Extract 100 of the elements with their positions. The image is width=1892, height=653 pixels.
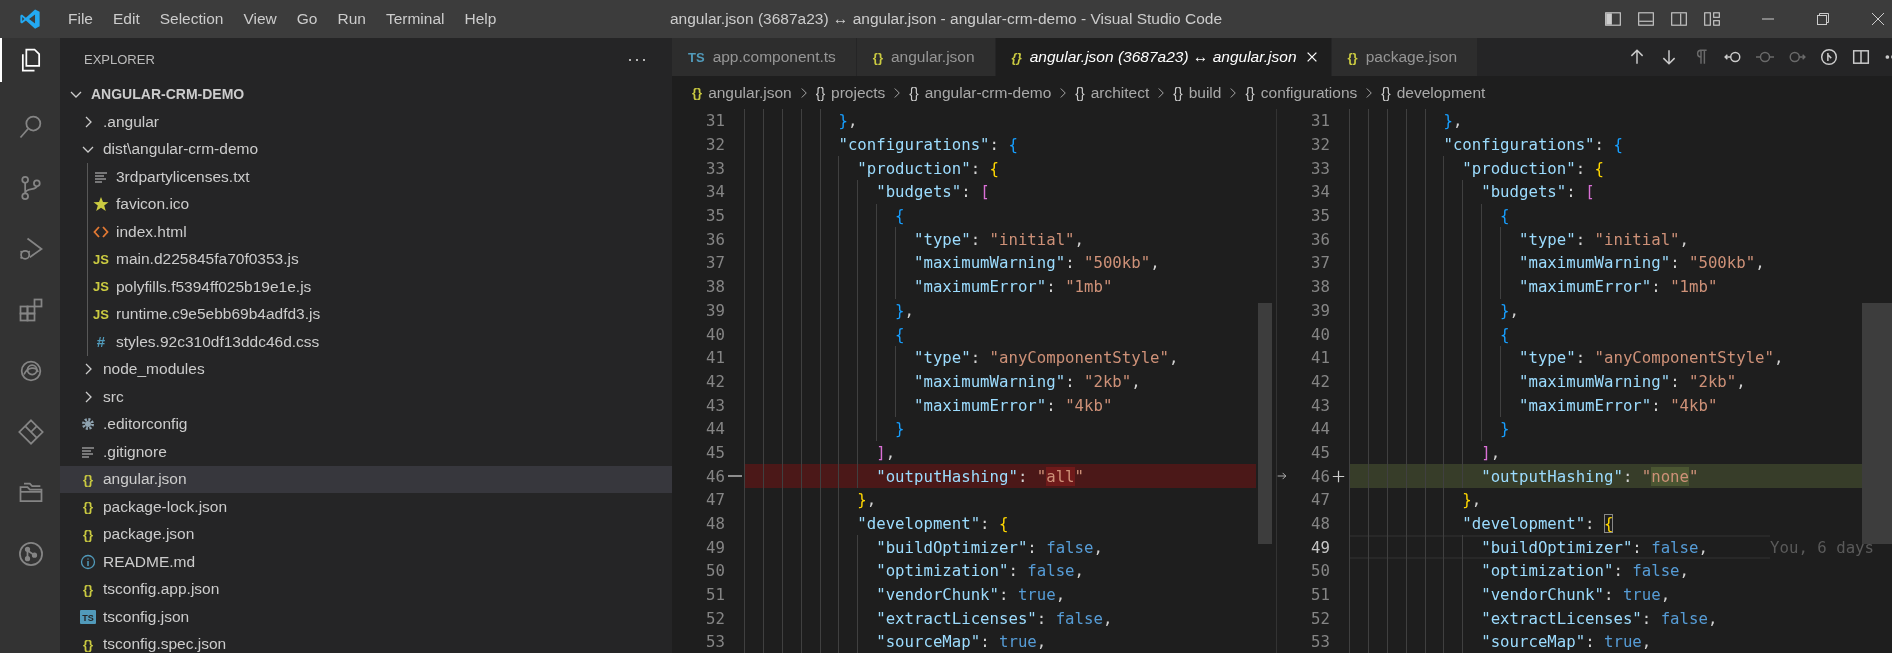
layout-icon[interactable] xyxy=(1703,10,1721,28)
code-line: } xyxy=(744,416,905,441)
breadcrumb-item[interactable]: development xyxy=(1396,83,1486,102)
code-line: "maximumError": "4kb" xyxy=(1349,393,1718,417)
file-name[interactable]: README.md xyxy=(103,552,196,571)
file-name[interactable]: favicon.ico xyxy=(116,195,190,214)
split-layout-icon[interactable] xyxy=(1670,10,1688,28)
code-line: "configurations": { xyxy=(1349,132,1623,157)
code-line: "extractLicenses": false, xyxy=(744,606,1113,631)
code-line: "configurations": { xyxy=(744,132,1018,157)
arrow-down-icon[interactable] xyxy=(1660,48,1678,66)
menu-item[interactable]: Terminal xyxy=(375,10,455,28)
code-line: "budgets": [ xyxy=(744,180,990,204)
line-number: 34 xyxy=(1310,182,1330,202)
file-name[interactable]: package.json xyxy=(103,525,195,544)
code-line: "optimization": false, xyxy=(1349,559,1690,583)
line-number: 33 xyxy=(1310,158,1330,178)
breadcrumb-item[interactable]: angular.json xyxy=(708,83,792,102)
breadcrumb-item[interactable]: configurations xyxy=(1260,83,1358,102)
vscode-logo-icon xyxy=(19,8,41,30)
code-line: "maximumWarning": "500kb", xyxy=(744,251,1160,275)
editor-tab[interactable]: {} angular.json (3687a23) ↔ angular.json xyxy=(995,38,1332,76)
diamond-icon[interactable] xyxy=(17,417,45,446)
scrollbar-thumb[interactable] xyxy=(1258,303,1272,544)
project-name[interactable]: ANGULAR-CRM-DEMO xyxy=(91,86,245,102)
line-number: 36 xyxy=(1310,229,1330,249)
json-file-icon: {} xyxy=(82,581,94,597)
breadcrumb-item[interactable]: angular-crm-demo xyxy=(924,83,1052,102)
close-icon[interactable] xyxy=(1870,11,1886,27)
line-number: 39 xyxy=(705,300,725,320)
file-name[interactable]: .angular xyxy=(103,112,159,131)
menu-item[interactable]: Go xyxy=(286,10,328,28)
file-name[interactable]: tsconfig.app.json xyxy=(103,580,220,599)
menu-item[interactable]: Selection xyxy=(149,10,234,28)
object-icon: {} xyxy=(815,84,826,101)
file-name[interactable]: .gitignore xyxy=(103,442,167,461)
editor-tab[interactable]: {} package.json xyxy=(1331,38,1478,76)
menu-item[interactable]: View xyxy=(233,10,287,28)
git-graph-icon[interactable] xyxy=(17,539,45,568)
restore-icon[interactable] xyxy=(1815,11,1831,27)
breadcrumb-item[interactable]: projects xyxy=(831,83,886,102)
line-number: 40 xyxy=(1310,324,1330,344)
line-number: 52 xyxy=(705,608,725,628)
menu-item[interactable]: Run xyxy=(327,10,376,28)
code-line: "type": "initial", xyxy=(744,227,1085,252)
json-file-icon: {} xyxy=(692,85,703,100)
code-line: }, xyxy=(744,298,914,323)
more-actions-button[interactable]: ··· xyxy=(627,48,648,70)
line-number: 44 xyxy=(1310,419,1330,439)
file-name[interactable]: tsconfig.spec.json xyxy=(103,635,227,653)
editor-tab[interactable]: {} angular.json xyxy=(856,38,996,76)
code-line: "type": "anyComponentStyle", xyxy=(744,345,1179,370)
line-number: 50 xyxy=(705,561,725,581)
file-name[interactable]: 3rdpartylicenses.txt xyxy=(116,167,250,186)
code-line: "buildOptimizer": false, xyxy=(1349,535,1771,560)
file-name[interactable]: node_modules xyxy=(103,360,205,379)
line-number: 43 xyxy=(705,395,725,415)
line-number: 42 xyxy=(705,371,725,391)
line-number: 35 xyxy=(705,206,725,226)
menu-item[interactable]: File xyxy=(58,10,103,28)
line-number: 48 xyxy=(1310,514,1330,534)
code-line: "type": "initial", xyxy=(1349,227,1690,252)
object-icon: {} xyxy=(1381,84,1391,101)
line-number: 37 xyxy=(705,253,725,273)
breadcrumb-item[interactable]: architect xyxy=(1090,83,1150,102)
json-file-icon: {} xyxy=(82,526,94,542)
json-file-icon: {} xyxy=(82,499,94,515)
line-number: 41 xyxy=(705,348,725,368)
code-line: { xyxy=(744,203,905,228)
line-number: 51 xyxy=(705,585,725,605)
file-name[interactable]: index.html xyxy=(116,222,187,241)
line-number: 42 xyxy=(1310,371,1330,391)
file-name[interactable]: src xyxy=(103,387,124,406)
code-line: "maximumError": "1mb" xyxy=(744,274,1113,299)
object-icon: {} xyxy=(909,84,919,101)
file-name[interactable]: angular.json xyxy=(103,470,187,489)
code-line: "vendorChunk": true, xyxy=(1349,582,1671,607)
file-name[interactable]: tsconfig.json xyxy=(103,607,190,626)
line-number: 49 xyxy=(705,537,725,557)
file-name[interactable]: .editorconfig xyxy=(103,415,188,434)
file-name[interactable]: runtime.c9e5ebb69b4adfd3.js xyxy=(116,305,321,324)
file-name[interactable]: main.d225845fa70f0353.js xyxy=(116,250,299,269)
panel-toggle-icon[interactable] xyxy=(1637,10,1655,28)
split-icon[interactable] xyxy=(1852,48,1870,66)
arrow-up-icon[interactable] xyxy=(1628,48,1646,66)
sidebar-toggle-icon[interactable] xyxy=(1604,10,1622,28)
css-file-icon: # xyxy=(96,333,106,351)
editor-tab[interactable]: TS app.component.ts xyxy=(672,38,857,76)
menu-item[interactable]: Help xyxy=(454,10,507,28)
code-line: "sourceMap": true, xyxy=(744,630,1047,653)
selected-row-background[interactable]: {} angular.json xyxy=(60,465,672,493)
file-name[interactable]: package-lock.json xyxy=(103,497,228,516)
file-name[interactable]: polyfills.f5394ff025b19e1e.js xyxy=(116,277,312,296)
menu-item[interactable]: Edit xyxy=(103,10,150,28)
branch-circle-icon[interactable] xyxy=(1820,48,1838,66)
line-number: 37 xyxy=(1310,253,1330,273)
line-number: 38 xyxy=(1310,277,1330,297)
breadcrumb-item[interactable]: build xyxy=(1188,83,1222,102)
file-name[interactable]: dist\angular-crm-demo xyxy=(103,140,259,159)
file-name[interactable]: styles.92c310df13ddc46d.css xyxy=(116,332,320,351)
